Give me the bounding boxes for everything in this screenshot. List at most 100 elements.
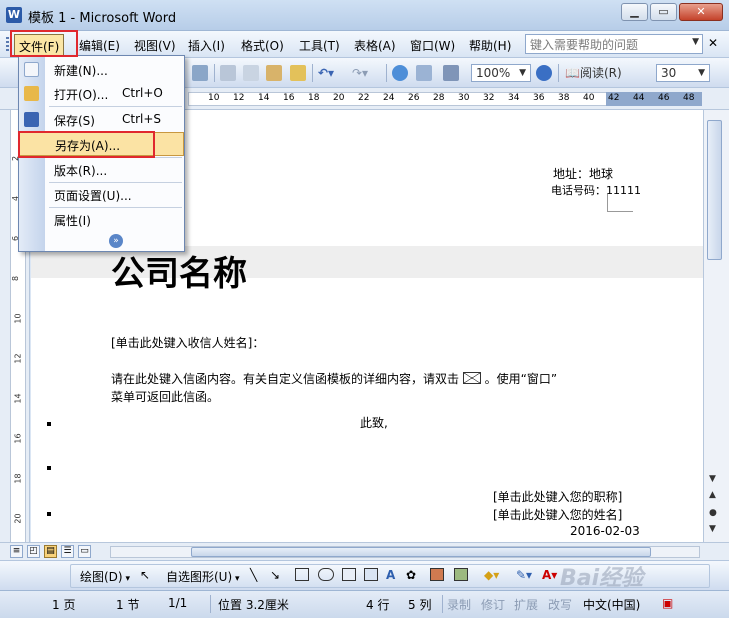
minimize-button[interactable]: ▁ [621,3,648,21]
ruler-mark: 30 [458,93,470,103]
picture-icon[interactable] [454,568,468,581]
recipient-placeholder[interactable]: [单击此处键入收信人姓名]： [111,334,264,351]
scroll-down-icon[interactable]: ▼ [709,474,716,484]
date-text[interactable]: 2016-02-03 [570,524,640,538]
menu-insert[interactable]: 插入(I) [188,37,225,54]
annotation-box-file-menu [10,30,78,57]
document-close-icon[interactable]: ✕ [708,36,718,50]
file-menu-page-setup[interactable]: 页面设置(U)... [19,183,184,207]
ruler-numbers: 10 12 14 16 18 20 22 24 26 28 30 32 34 3… [188,93,702,105]
font-color-icon[interactable]: A▾ [542,568,557,582]
diagram-icon[interactable]: ✿ [406,568,416,582]
read-button[interactable]: 📖阅读(R) [565,64,622,82]
horizontal-scroll-thumb[interactable] [191,547,651,557]
help-icon[interactable] [536,65,552,81]
status-record[interactable]: 录制 [447,596,471,613]
print-view-icon[interactable]: ▤ [44,545,57,558]
help-search-placeholder: 键入需要帮助的问题 [530,38,639,52]
status-extend[interactable]: 扩展 [514,596,538,613]
menu-tools[interactable]: 工具(T) [299,37,340,54]
file-menu-new[interactable]: 新建(N)... [19,58,184,82]
menubar-grip-icon[interactable] [6,37,9,51]
previous-page-icon[interactable]: ▲ [709,490,716,500]
menu-separator [49,106,182,107]
copy-icon[interactable] [243,65,259,81]
ruler-mark: 12 [233,93,245,103]
next-page-icon[interactable]: ▼ [709,524,716,534]
expand-menu-chevron-icon[interactable]: » [109,234,123,248]
vruler-mark: 10 [13,313,23,324]
redo-icon[interactable]: ↷▾ [352,64,368,82]
status-track-changes[interactable]: 修订 [481,596,505,613]
fill-color-icon[interactable]: ◆▾ [484,568,499,582]
web-view-icon[interactable]: ◰ [27,545,40,558]
zoom-select[interactable]: 100% ▼ [471,64,531,82]
window-controls: ▁ ▭ ✕ [621,3,723,21]
rectangle-icon[interactable] [295,568,309,581]
title-placeholder[interactable]: [单击此处键入您的职称] [493,488,622,505]
spelling-status-icon[interactable]: ▣ [662,596,673,610]
select-objects-icon[interactable]: ↖ [140,568,150,582]
ruler-mark: 14 [258,93,270,103]
name-placeholder[interactable]: [单击此处键入您的姓名] [493,506,622,523]
file-menu-open[interactable]: 打开(O)... Ctrl+O [19,82,184,106]
vertical-scrollbar[interactable]: ▼ ▲ ● ▼ [703,110,729,542]
outline-view-icon[interactable]: ☰ [61,545,74,558]
menu-help[interactable]: 帮助(H) [469,37,511,54]
clipart-icon[interactable] [430,568,444,581]
menu-view[interactable]: 视图(V) [134,37,176,54]
font-size-select[interactable]: 30 ▼ [656,64,710,82]
horizontal-scroll-track[interactable] [110,546,700,558]
reading-view-icon[interactable]: ▭ [78,545,91,558]
ruler-mark: 34 [508,93,520,103]
normal-view-icon[interactable]: ≡ [10,545,23,558]
vruler-mark: 20 [13,513,23,524]
file-menu-save[interactable]: 保存(S) Ctrl+S [19,108,184,132]
file-menu-properties[interactable]: 属性(I) [19,208,184,232]
address-text[interactable]: 地址：地球 [553,165,613,182]
line-icon[interactable]: ╲ [250,568,257,582]
help-search-input[interactable]: 键入需要帮助的问题 ▼ [525,34,703,54]
title-bar: W 模板 1 - Microsoft Word ▁ ▭ ✕ [0,0,729,31]
ruler-mark: 42 [608,93,620,103]
closing-text[interactable]: 此致, [360,414,388,431]
paste-icon[interactable] [266,65,282,81]
menu-edit[interactable]: 编辑(E) [79,37,120,54]
format-painter-icon[interactable] [290,65,306,81]
window-title: 模板 1 - Microsoft Word [28,11,177,26]
select-browse-object-icon[interactable]: ● [709,508,717,518]
menu-window[interactable]: 窗口(W) [410,37,455,54]
zoom-value: 100% [476,66,511,80]
research-icon[interactable] [192,65,208,81]
wordart-icon[interactable]: A [386,568,395,582]
close-button[interactable]: ✕ [679,3,723,21]
columns-icon[interactable] [443,65,459,81]
status-language: 中文(中国) [583,598,641,612]
hyperlink-icon[interactable] [392,65,408,81]
body-line1-text: 请在此处键入信函内容。有关自定义信函模板的详细内容，请双击 [111,372,460,386]
maximize-button[interactable]: ▭ [650,3,677,21]
file-menu-versions[interactable]: 版本(R)... [19,158,184,182]
cut-icon[interactable] [220,65,236,81]
autoshapes-menu-button[interactable]: 自选图形(U) ▾ [166,568,240,585]
envelope-icon[interactable] [462,372,481,384]
vertical-scroll-thumb[interactable] [707,120,722,260]
file-menu-new-label: 新建(N)... [54,64,108,78]
vertical-textbox-icon[interactable] [364,568,378,581]
textbox-icon[interactable] [342,568,356,581]
draw-menu-button[interactable]: 绘图(D) ▾ [80,568,130,585]
body-paragraph-line1[interactable]: 请在此处键入信函内容。有关自定义信函模板的详细内容，请双击 。使用“窗口” [111,370,557,387]
company-name-heading[interactable]: 公司名称 [111,246,247,295]
status-overtype[interactable]: 改写 [548,596,572,613]
line-color-icon[interactable]: ✎▾ [516,568,532,582]
oval-icon[interactable] [318,568,334,581]
menu-format[interactable]: 格式(O) [241,37,284,54]
arrow-icon[interactable]: ↘ [270,568,280,582]
tables-borders-icon[interactable] [416,65,432,81]
undo-icon[interactable]: ↶▾ [318,64,334,82]
ruler-mark: 46 [658,93,670,103]
menu-table[interactable]: 表格(A) [354,37,396,54]
body-line2-text[interactable]: 菜单可返回此信函。 [111,388,219,405]
status-line: 4 行 [366,598,390,612]
chevron-down-icon[interactable]: ▼ [692,37,699,47]
